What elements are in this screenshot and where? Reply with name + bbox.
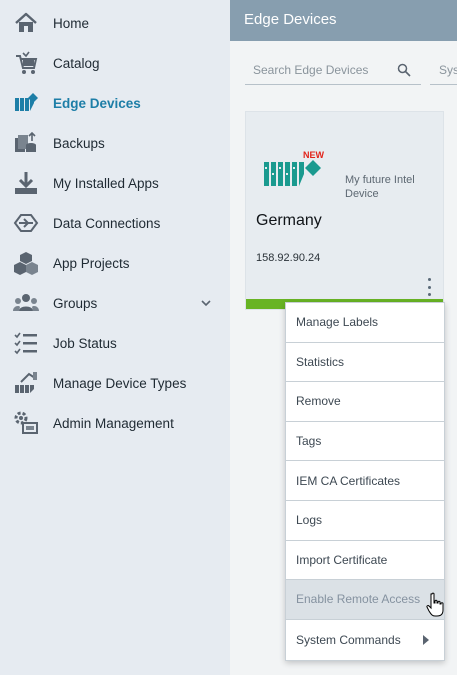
checklist-icon (12, 329, 40, 357)
system-search-placeholder: Sys (439, 63, 457, 77)
sidebar-item-label: My Installed Apps (53, 175, 159, 191)
menu-item-label: System Commands (296, 632, 401, 647)
menu-item-manage-labels[interactable]: Manage Labels (286, 303, 444, 343)
chevron-down-icon[interactable] (199, 296, 213, 310)
sidebar-item-label: Backups (53, 135, 105, 151)
sidebar-item-label: Groups (53, 295, 98, 311)
menu-item-system-commands[interactable]: System Commands (286, 620, 444, 660)
backup-icon (12, 129, 40, 157)
page-title: Edge Devices (244, 11, 337, 28)
sidebar-item-admin-management[interactable]: Admin Management (0, 403, 230, 443)
cart-icon (12, 49, 40, 77)
download-icon (12, 169, 40, 197)
sidebar-item-label: App Projects (53, 255, 130, 271)
sidebar-item-label: Catalog (53, 55, 100, 71)
sidebar-item-label: Home (53, 15, 90, 31)
sidebar-item-job-status[interactable]: Job Status (0, 323, 230, 363)
hand-cursor-icon (426, 592, 444, 617)
new-badge: NEW (303, 150, 324, 160)
sidebar-item-app-projects[interactable]: App Projects (0, 243, 230, 283)
sidebar-item-label: Manage Device Types (53, 375, 187, 391)
search-box[interactable] (245, 55, 421, 85)
sidebar-item-groups[interactable]: Groups (0, 283, 230, 323)
sidebar-item-label: Edge Devices (53, 95, 141, 111)
context-menu: Manage Labels Statistics Remove Tags IEM… (285, 302, 445, 661)
menu-item-import-certificate[interactable]: Import Certificate (286, 541, 444, 581)
submenu-arrow-icon (423, 634, 429, 645)
edge-device-icon (12, 89, 40, 117)
admin-icon (12, 409, 40, 437)
sidebar-item-data-connections[interactable]: Data Connections (0, 203, 230, 243)
sidebar-item-catalog[interactable]: Catalog (0, 43, 230, 83)
menu-item-logs[interactable]: Logs (286, 501, 444, 541)
device-ip: 158.92.90.24 (256, 252, 321, 264)
device-name: Germany (256, 212, 322, 229)
sidebar-item-label: Data Connections (53, 215, 161, 231)
sidebar-item-home[interactable]: Home (0, 3, 230, 43)
menu-item-statistics[interactable]: Statistics (286, 343, 444, 383)
search-input[interactable] (253, 61, 393, 79)
menu-item-tags[interactable]: Tags (286, 422, 444, 462)
page-header: Edge Devices (230, 0, 457, 41)
sidebar-item-backups[interactable]: Backups (0, 123, 230, 163)
device-types-icon (12, 369, 40, 397)
home-icon (12, 9, 40, 37)
more-options-icon[interactable] (422, 278, 436, 296)
system-search-field[interactable]: Sys (430, 55, 457, 85)
users-icon (12, 289, 40, 317)
device-type-label: My future Intel Device (345, 174, 415, 200)
search-icon[interactable] (397, 63, 411, 77)
data-connection-icon (12, 209, 40, 237)
sidebar-item-label: Job Status (53, 335, 117, 351)
menu-item-remove[interactable]: Remove (286, 382, 444, 422)
sidebar-item-edge-devices[interactable]: Edge Devices (0, 83, 230, 123)
sidebar: Home Catalog Edge Devices Backups My Ins… (0, 0, 230, 675)
sidebar-item-manage-device-types[interactable]: Manage Device Types (0, 363, 230, 403)
menu-item-enable-remote-access[interactable]: Enable Remote Access (286, 580, 444, 620)
menu-item-iem-ca-certificates[interactable]: IEM CA Certificates (286, 461, 444, 501)
sidebar-item-my-installed-apps[interactable]: My Installed Apps (0, 163, 230, 203)
sidebar-item-label: Admin Management (53, 415, 174, 431)
device-card[interactable]: NEW My future Intel Device Germany 158.9… (245, 111, 444, 310)
cubes-icon (12, 249, 40, 277)
